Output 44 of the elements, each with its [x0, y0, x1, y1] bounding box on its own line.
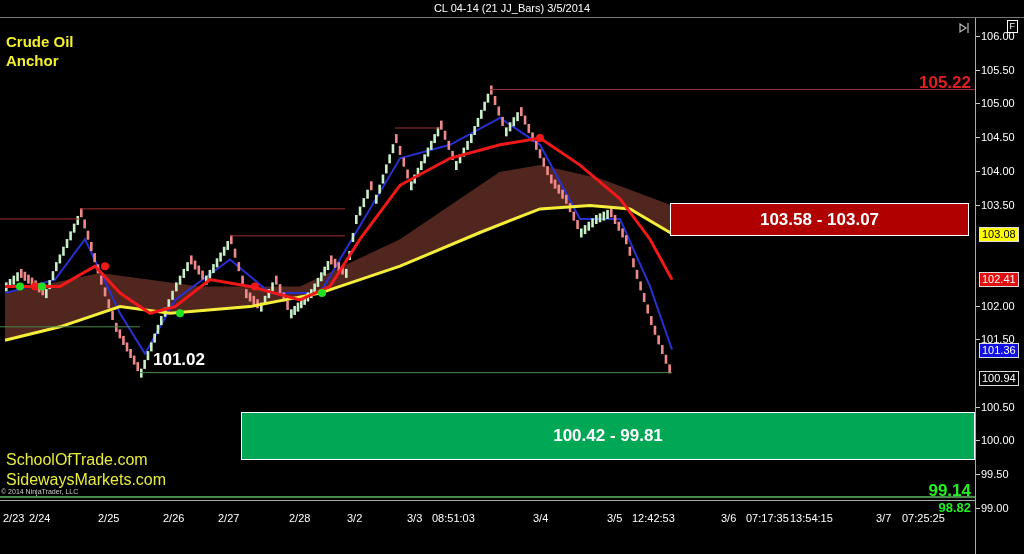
price-label: 98.82 [938, 501, 971, 514]
y-axis-label: 106.00 [981, 31, 1015, 42]
x-axis-label: 07:17:35 [746, 511, 789, 526]
x-axis-label: 3/3 [407, 511, 423, 526]
x-axis-label: 07:25:25 [902, 512, 945, 526]
x-axis-label: 08:51:03 [432, 511, 475, 526]
y-axis-label: 100.00 [981, 435, 1015, 447]
x-axis-label: 3/5 [607, 511, 623, 526]
y-axis-label: 102.00 [981, 300, 1015, 312]
y-axis-label: 104.00 [981, 165, 1015, 177]
price-label: 105.22 [919, 73, 971, 91]
price-marker: 101.36 [979, 342, 1019, 358]
y-axis-label: 99.50 [981, 469, 1009, 481]
price-marker: 103.08 [979, 226, 1019, 242]
x-axis-label: 2/25 [98, 511, 120, 526]
x-axis-label: 2/24 [29, 511, 51, 526]
y-axis-label: 104.50 [981, 132, 1015, 144]
x-axis-label: 2/23 [3, 511, 25, 526]
price-marker: 102.41 [979, 271, 1019, 287]
axis-button[interactable]: F [1006, 20, 1018, 33]
price-label: 101.02 [153, 350, 205, 368]
price-zone: 100.42 - 99.81 [241, 412, 975, 460]
x-axis-label: 3/2 [347, 511, 363, 526]
y-axis-label: 105.00 [981, 98, 1015, 110]
x-axis-label: 3/7 [876, 511, 892, 526]
price-marker: 100.94 [979, 371, 1019, 387]
y-axis-label: 99.00 [981, 502, 1009, 514]
window-title: CL 04-14 (21 JJ_Bars) 3/5/2014 [433, 1, 591, 17]
x-axis-label: 2/27 [218, 511, 240, 526]
y-axis-label: 100.50 [981, 401, 1015, 413]
y-axis-label: 103.50 [981, 199, 1015, 211]
x-axis-label: 2/28 [289, 511, 311, 526]
x-axis-label: 13:54:15 [790, 511, 833, 526]
note-text: SidewaysMarkets.com [6, 470, 167, 490]
price-zone: 103.58 - 103.07 [670, 203, 969, 236]
x-axis-label: 12:42:53 [632, 511, 675, 526]
note-text: SchoolOfTrade.com [6, 450, 149, 470]
y-axis-label: 105.50 [981, 64, 1015, 76]
price-label: 99.14 [928, 482, 971, 499]
x-axis-label: 3/6 [721, 511, 737, 526]
chart-label: Anchor [6, 51, 60, 70]
chart-label: Crude Oil [6, 32, 74, 51]
x-axis-label: 2/26 [163, 511, 185, 526]
x-axis-label: 3/4 [533, 511, 549, 526]
